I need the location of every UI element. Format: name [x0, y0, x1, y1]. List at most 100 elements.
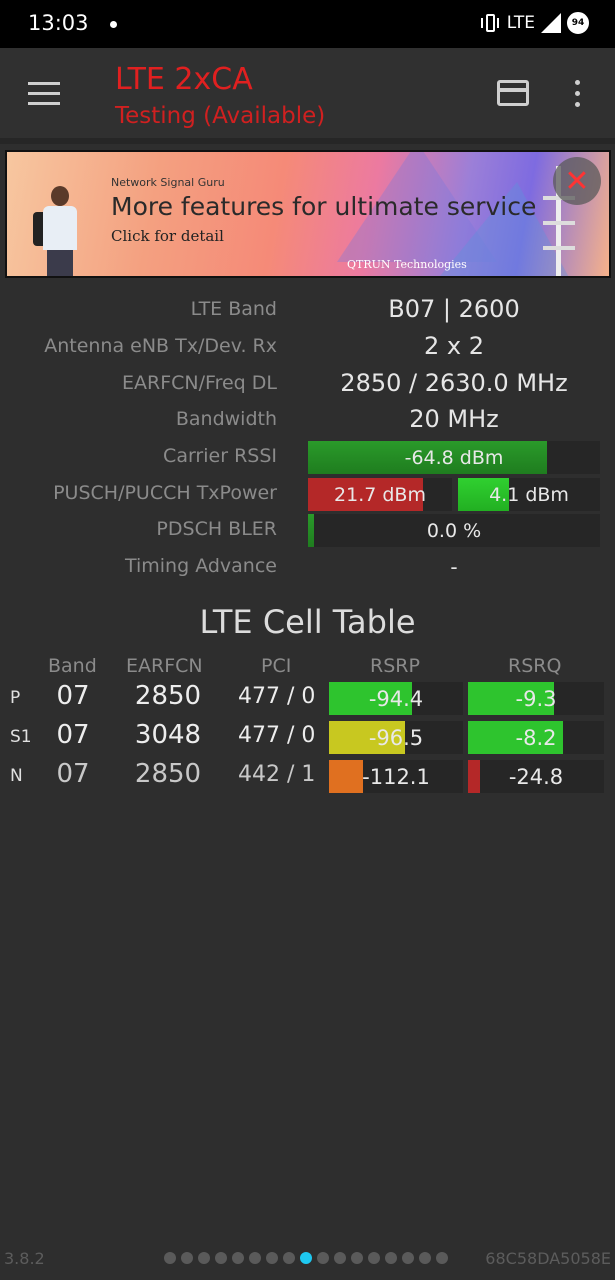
notification-dot-icon [110, 21, 117, 28]
info-label: LTE Band [190, 298, 277, 320]
cell-table-title: LTE Cell Table [199, 603, 416, 641]
info-label: Carrier RSSI [163, 445, 277, 467]
info-label: PUSCH/PUCCH TxPower [53, 482, 277, 504]
info-value: B07 | 2600 [388, 295, 520, 323]
close-icon: ✕ [564, 163, 590, 199]
page-dot[interactable] [181, 1252, 193, 1264]
cell-earfcn: 3048 [134, 720, 202, 750]
divider [0, 138, 615, 144]
info-row-lte-band: LTE Band B07 | 2600 [0, 294, 615, 330]
page-dot[interactable] [436, 1252, 448, 1264]
page-dot[interactable] [283, 1252, 295, 1264]
page-dot[interactable] [232, 1252, 244, 1264]
cell-band: 07 [56, 681, 90, 711]
battery-icon: 94 [567, 12, 589, 34]
page-dot[interactable] [402, 1252, 414, 1264]
pucch-bar: 4.1 dBm [458, 478, 600, 511]
col-header-rsrq: RSRQ [508, 655, 562, 677]
info-value: 2850 / 2630.0 MHz [340, 369, 568, 397]
info-label: Timing Advance [124, 555, 277, 577]
close-ad-button[interactable]: ✕ [553, 157, 601, 205]
bler-bar: 0.0 % [308, 514, 600, 547]
app-bar: LTE 2xCA Testing (Available) [0, 48, 615, 138]
battery-level: 94 [571, 18, 585, 28]
info-value: 20 MHz [409, 405, 499, 433]
ad-brand-small: Network Signal Guru [111, 176, 225, 189]
signal-icon [541, 13, 561, 33]
cell-earfcn: 2850 [134, 759, 202, 789]
page-dot[interactable] [164, 1252, 176, 1264]
ad-cta[interactable]: Click for detail [111, 227, 224, 245]
page-dot[interactable] [385, 1252, 397, 1264]
ad-person-image [31, 186, 87, 276]
pusch-value: 21.7 dBm [334, 483, 426, 506]
rssi-value: -64.8 dBm [404, 446, 504, 469]
page-title: LTE 2xCA [115, 62, 253, 97]
rsrq-value: -9.3 [515, 686, 557, 711]
page-dot[interactable] [300, 1252, 312, 1264]
page-dot[interactable] [317, 1252, 329, 1264]
info-row-antenna: Antenna eNB Tx/Dev. Rx 2 x 2 [0, 331, 615, 367]
rsrp-value: -112.1 [362, 764, 430, 789]
cell-band: 07 [56, 759, 90, 789]
rsrp-value: -94.4 [368, 686, 424, 711]
network-type: LTE [506, 13, 535, 33]
row-type-label: P [10, 688, 21, 708]
rsrq-bar: -9.3 [468, 682, 604, 715]
page-dot[interactable] [215, 1252, 227, 1264]
row-type-label: N [10, 766, 23, 786]
pusch-bar: 21.7 dBm [308, 478, 452, 511]
info-value: 2 x 2 [424, 332, 484, 360]
info-row-timing: Timing Advance - [0, 551, 615, 587]
col-header-rsrp: RSRP [370, 655, 420, 677]
ad-headline: More features for ultimate service [111, 192, 537, 221]
col-header-band: Band [48, 655, 97, 677]
cell-band: 07 [56, 720, 90, 750]
cell-pci: 477 / 0 [238, 723, 316, 748]
page-dot[interactable] [266, 1252, 278, 1264]
status-icons: LTE 94 [479, 12, 589, 34]
page-dot[interactable] [198, 1252, 210, 1264]
status-time: 13:03 [28, 11, 89, 35]
rsrq-value: -24.8 [508, 764, 564, 789]
info-label: Antenna eNB Tx/Dev. Rx [44, 335, 277, 357]
page-subtitle: Testing (Available) [115, 103, 326, 129]
info-value: - [450, 555, 458, 579]
rsrq-bar: -8.2 [468, 721, 604, 754]
more-options-icon[interactable] [575, 80, 583, 108]
device-id: 68C58DA5058E [485, 1249, 611, 1268]
vibrate-icon [479, 13, 501, 33]
page-indicator[interactable] [164, 1252, 448, 1264]
cell-earfcn: 2850 [134, 681, 202, 711]
info-row-bandwidth: Bandwidth 20 MHz [0, 404, 615, 440]
info-label: EARFCN/Freq DL [122, 372, 277, 394]
status-bar: 13:03 LTE 94 [0, 0, 615, 48]
cell-pci: 477 / 0 [238, 684, 316, 709]
page-dot[interactable] [334, 1252, 346, 1264]
page-dot[interactable] [351, 1252, 363, 1264]
col-header-pci: PCI [261, 655, 292, 677]
rsrp-bar: -96.5 [329, 721, 463, 754]
page-dot[interactable] [249, 1252, 261, 1264]
card-icon[interactable] [497, 80, 529, 106]
rssi-bar: -64.8 dBm [308, 441, 600, 474]
ad-company: QTRUN Technologies [347, 258, 467, 271]
menu-icon[interactable] [28, 82, 60, 106]
bler-value: 0.0 % [426, 519, 482, 542]
rsrq-bar: -24.8 [468, 760, 604, 793]
cell-pci: 442 / 1 [238, 762, 316, 787]
col-header-earfcn: EARFCN [126, 655, 203, 677]
rsrp-bar: -94.4 [329, 682, 463, 715]
rsrp-value: -96.5 [368, 725, 424, 750]
row-type-label: S1 [10, 727, 32, 747]
page-dot[interactable] [419, 1252, 431, 1264]
info-label: PDSCH BLER [156, 518, 277, 540]
rsrq-value: -8.2 [515, 725, 557, 750]
pucch-value: 4.1 dBm [489, 483, 569, 506]
ad-banner[interactable]: Network Signal Guru More features for ul… [5, 150, 611, 278]
info-row-earfcn: EARFCN/Freq DL 2850 / 2630.0 MHz [0, 368, 615, 404]
page-dot[interactable] [368, 1252, 380, 1264]
app-version: 3.8.2 [4, 1249, 45, 1268]
info-label: Bandwidth [175, 408, 277, 430]
rsrp-bar: -112.1 [329, 760, 463, 793]
